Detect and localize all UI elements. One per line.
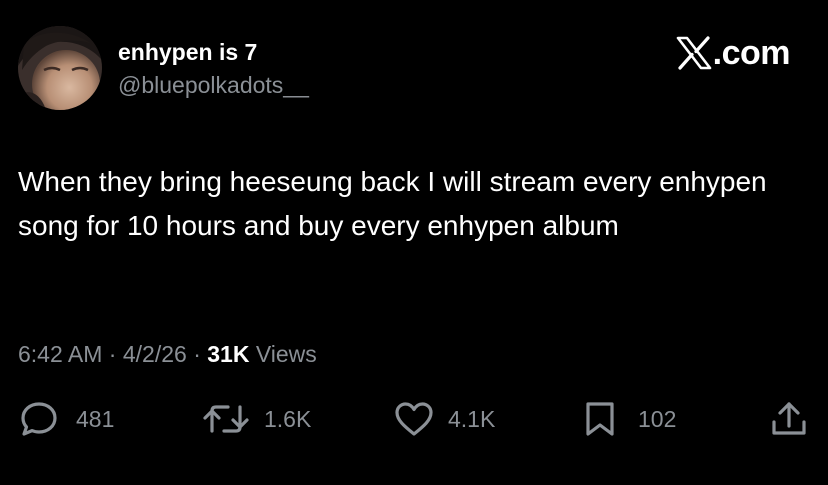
views-label: Views [255, 341, 317, 367]
reply-button[interactable]: 481 [20, 398, 114, 440]
x-logo-icon [676, 36, 712, 70]
tweet-date[interactable]: 4/2/26 [123, 341, 187, 367]
like-count: 4.1K [448, 406, 496, 432]
x-com-watermark: .com [676, 34, 791, 72]
meta-separator: · [193, 341, 201, 367]
display-name[interactable]: enhypen is 7 [118, 38, 257, 66]
like-button[interactable]: 4.1K [394, 398, 495, 440]
user-handle[interactable]: @bluepolkadots__ [118, 71, 309, 99]
avatar[interactable] [18, 26, 102, 110]
bookmark-count: 102 [638, 406, 677, 432]
reply-icon [20, 401, 58, 437]
tweet-time[interactable]: 6:42 AM [18, 341, 102, 367]
tweet-meta: 6:42 AM · 4/2/26 · 31K Views [18, 339, 317, 369]
views-count: 31K [207, 341, 250, 367]
bookmark-button[interactable]: 102 [584, 398, 676, 440]
repost-icon [202, 401, 250, 437]
meta-separator: · [108, 341, 117, 367]
share-button[interactable] [770, 398, 808, 440]
reply-count: 481 [76, 406, 115, 432]
brand-text: .com [712, 34, 791, 72]
repost-count: 1.6K [264, 406, 312, 432]
tweet-text: When they bring heeseung back I will str… [18, 166, 767, 241]
share-icon [770, 400, 808, 438]
bookmark-icon [584, 400, 616, 438]
repost-button[interactable]: 1.6K [202, 398, 311, 440]
heart-icon [394, 401, 434, 437]
